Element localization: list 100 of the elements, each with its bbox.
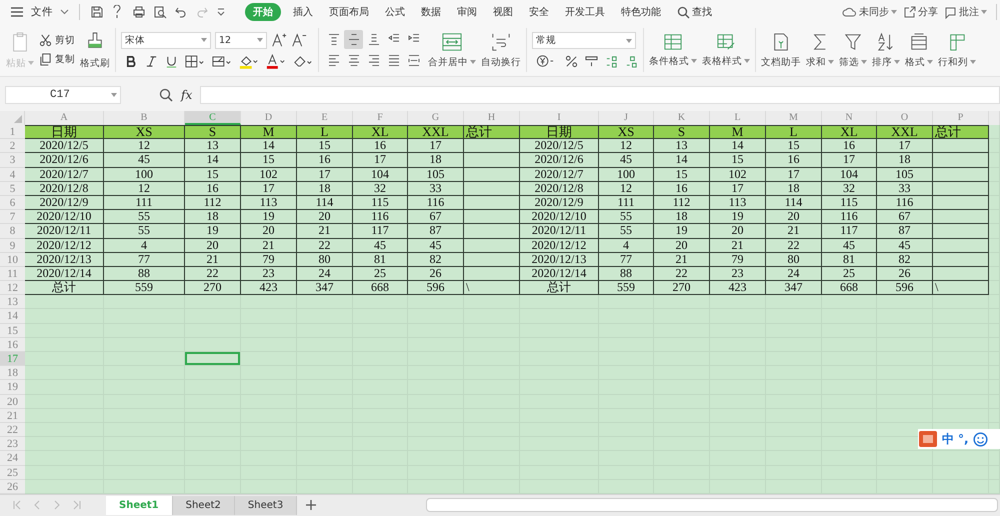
input-mode-toggle[interactable]: 中	[942, 430, 954, 448]
table-cell: 22	[297, 238, 353, 253]
table-cell: 116	[353, 210, 408, 224]
table-cell: 2020/12/6	[25, 153, 104, 168]
filter-button[interactable]: 筛选	[839, 32, 867, 68]
ribbon-tab[interactable]: 特色功能	[621, 3, 661, 21]
number-format-select[interactable]: 常规	[532, 32, 636, 49]
sync-button[interactable]: 未同步	[842, 5, 897, 19]
row-header[interactable]: 22	[0, 422, 25, 438]
ribbon-tab[interactable]: 页面布局	[329, 3, 369, 21]
row-header[interactable]: 4	[0, 168, 25, 182]
row-header[interactable]: 1	[0, 125, 25, 140]
column-header[interactable]: L	[710, 111, 766, 125]
column-header[interactable]: N	[822, 111, 877, 125]
table-cell: 80	[297, 252, 353, 267]
column-header[interactable]: K	[654, 111, 710, 125]
comment-button[interactable]: 批注	[944, 5, 987, 19]
header-cell: XXL	[408, 125, 464, 140]
ribbon-tab[interactable]: 审阅	[457, 3, 477, 21]
row-header[interactable]: 9	[0, 238, 25, 253]
table-cell: 2020/12/10	[25, 210, 104, 224]
share-button[interactable]: 分享	[903, 5, 938, 19]
column-header[interactable]: H	[464, 111, 520, 125]
merge-center-button[interactable]: 合并居中	[428, 32, 476, 68]
ribbon-tab[interactable]: 开始	[245, 3, 281, 21]
row-header[interactable]: 18	[0, 366, 25, 380]
row-header[interactable]: 21	[0, 408, 25, 423]
row-header[interactable]: 13	[0, 295, 25, 310]
table-cell: 102	[710, 168, 766, 182]
column-header[interactable]: O	[877, 111, 933, 125]
row-header[interactable]: 2	[0, 139, 25, 154]
ribbon-tab[interactable]: 视图	[493, 3, 513, 21]
row-header[interactable]: 15	[0, 324, 25, 338]
sum-button[interactable]: 求和	[806, 32, 834, 68]
column-header[interactable]: D	[241, 111, 297, 125]
header-cell: S	[185, 125, 241, 140]
row-header[interactable]: 14	[0, 309, 25, 324]
table-cell: 559	[599, 281, 654, 296]
ribbon-tab[interactable]: 公式	[385, 3, 405, 21]
font-size-select[interactable]: 12	[215, 32, 267, 48]
sheet-tab[interactable]: Sheet2	[172, 496, 235, 515]
row-header[interactable]: 12	[0, 281, 25, 296]
search-button[interactable]: 查找	[677, 5, 712, 19]
row-header[interactable]: 19	[0, 380, 25, 395]
table-cell: 12	[104, 182, 185, 196]
row-header[interactable]: 17	[0, 352, 25, 366]
column-header[interactable]: M	[766, 111, 822, 125]
sheet-tab[interactable]: Sheet3	[234, 496, 298, 515]
column-header[interactable]: J	[599, 111, 654, 125]
column-header[interactable]: B	[104, 111, 185, 125]
column-header[interactable]: A	[25, 111, 104, 125]
row-header[interactable]: 20	[0, 394, 25, 409]
column-header[interactable]: P	[933, 111, 989, 125]
table-cell: 20	[241, 224, 297, 238]
punctuation-toggle[interactable]: °,	[958, 432, 969, 446]
row-header[interactable]: 11	[0, 266, 25, 282]
row-header[interactable]: 10	[0, 252, 25, 267]
row-header[interactable]: 25	[0, 466, 25, 480]
row-header[interactable]: 8	[0, 224, 25, 238]
table-cell: 16	[766, 153, 822, 168]
row-header[interactable]: 3	[0, 153, 25, 168]
row-header[interactable]: 16	[0, 338, 25, 352]
sort-button[interactable]: 排序	[872, 32, 900, 68]
column-header[interactable]: F	[353, 111, 408, 125]
row-header[interactable]: 24	[0, 451, 25, 466]
table-style-button[interactable]: 表格样式	[702, 32, 750, 68]
name-box[interactable]: C17	[5, 86, 121, 104]
header-cell: XS	[104, 125, 185, 140]
table-cell: 116	[877, 196, 933, 210]
cut-button[interactable]: 剪切	[39, 34, 75, 47]
table-cell: 16	[654, 182, 710, 196]
row-header[interactable]: 6	[0, 196, 25, 210]
column-header[interactable]: E	[297, 111, 353, 125]
ribbon-tab[interactable]: 开发工具	[565, 3, 605, 21]
file-menu[interactable]: 文件	[31, 5, 53, 19]
row-header[interactable]: 7	[0, 210, 25, 224]
row-header[interactable]: 23	[0, 437, 25, 452]
table-cell: 2020/12/9	[520, 196, 599, 210]
ribbon-tab[interactable]: 插入	[293, 3, 313, 21]
function-label[interactable]: fx	[181, 88, 192, 102]
column-header[interactable]: C	[185, 111, 241, 125]
row-header[interactable]: 26	[0, 480, 25, 494]
format-button[interactable]: 格式	[905, 32, 933, 68]
font-select[interactable]: 宋体	[121, 32, 211, 48]
table-cell: 55	[104, 210, 185, 224]
ribbon-tab[interactable]: 数据	[421, 3, 441, 21]
column-header[interactable]: G	[408, 111, 464, 125]
sheet-tab[interactable]: Sheet1	[106, 496, 173, 515]
table-cell: 2020/12/9	[25, 196, 104, 210]
row-header[interactable]: 5	[0, 182, 25, 196]
rows-columns-button[interactable]: 行和列	[938, 32, 976, 68]
ribbon-tab[interactable]: 安全	[529, 3, 549, 21]
conditional-format-button[interactable]: 条件格式	[649, 32, 697, 68]
format-painter-button[interactable]: 格式刷	[80, 30, 110, 70]
document-assistant-button[interactable]: 文档助手	[761, 32, 801, 68]
copy-button[interactable]: 复制	[39, 53, 75, 66]
table-cell: 67	[877, 210, 933, 224]
wrap-text-button[interactable]: 自动换行	[481, 32, 521, 68]
table-cell: 14	[241, 139, 297, 154]
column-header[interactable]: I	[520, 111, 599, 125]
